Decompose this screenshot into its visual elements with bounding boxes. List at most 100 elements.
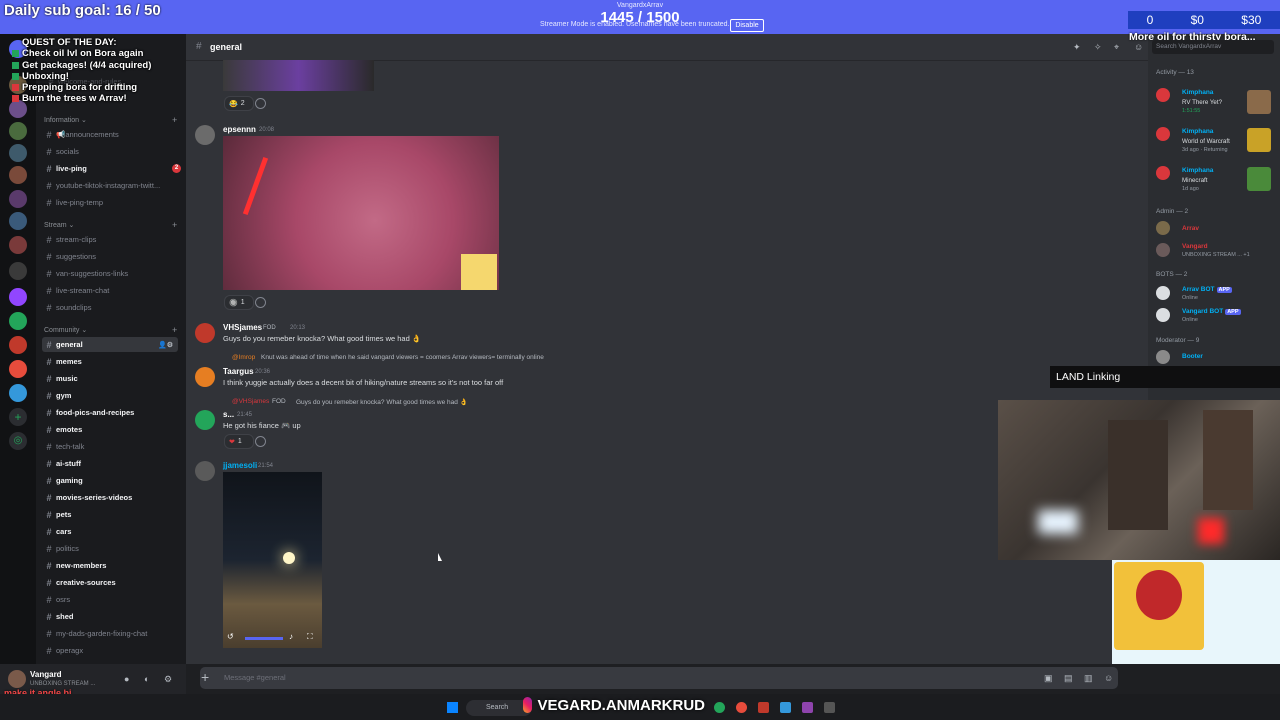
channel-music[interactable]: # music [42, 371, 178, 386]
app-icon[interactable] [780, 702, 791, 713]
member-name[interactable]: Arrav [1182, 225, 1199, 232]
video-attachment[interactable]: ↺ ♪ ⛶ [223, 472, 322, 648]
user-name[interactable]: Vangard [30, 670, 62, 679]
channel-van-suggestions-links[interactable]: # van-suggestions-links [42, 266, 178, 281]
add-channel-icon[interactable]: + [172, 325, 177, 335]
browser-icon[interactable] [736, 702, 747, 713]
member-name[interactable]: Booter [1182, 353, 1203, 360]
attach-plus-icon[interactable]: + [201, 669, 209, 685]
channel-soundclips[interactable]: # soundclips [42, 300, 178, 315]
server-icon[interactable] [9, 336, 27, 354]
avatar[interactable] [195, 461, 215, 481]
add-channel-icon[interactable]: + [172, 220, 177, 230]
message-author[interactable]: jjamesoli [223, 461, 257, 470]
reply-preview[interactable]: Guys do you remeber knocka? What good ti… [296, 398, 468, 406]
channel-gaming[interactable]: # gaming [42, 473, 178, 488]
bot-name[interactable]: Arrav BOT APP [1182, 286, 1232, 293]
message-author[interactable]: epsennn [223, 125, 256, 134]
server-icon[interactable] [9, 312, 27, 330]
server-icon[interactable] [9, 384, 27, 402]
notification-bell-icon[interactable]: ✧ [1094, 42, 1103, 52]
disable-streamer-mode-button[interactable]: Disable [730, 19, 764, 32]
channel-announcements[interactable]: # 📢 announcements [42, 127, 178, 142]
member-name[interactable]: Kimphana [1182, 128, 1213, 135]
server-icon[interactable] [9, 166, 27, 184]
channel-my-dads-garden-fixing-chat[interactable]: # my-dads-garden-fixing-chat [42, 626, 178, 641]
channel-general[interactable]: # general 👤⚙ [42, 337, 178, 352]
channel-settings-icon[interactable]: 👤⚙ [158, 341, 173, 349]
member-list-icon[interactable]: ☺ [1134, 42, 1143, 52]
avatar[interactable] [1156, 308, 1170, 322]
channel-live-stream-chat[interactable]: # live-stream-chat [42, 283, 178, 298]
channel-food-pics-and-recipes[interactable]: # food-pics-and-recipes [42, 405, 178, 420]
avatar[interactable] [195, 367, 215, 387]
server-icon[interactable] [9, 122, 27, 140]
message-author[interactable]: s... [223, 410, 234, 419]
server-icon[interactable] [9, 212, 27, 230]
search-input[interactable]: Search VangardxArrav [1152, 40, 1274, 54]
reaction-button[interactable]: 😂 2 [224, 96, 254, 111]
channel-live-ping-temp[interactable]: # live-ping-temp [42, 195, 178, 210]
app-icon[interactable] [802, 702, 813, 713]
channel-shed[interactable]: # shed [42, 609, 178, 624]
reaction-button[interactable]: 🔘 1 [224, 295, 254, 310]
composer-placeholder[interactable]: Message #general [224, 673, 286, 682]
reaction-button[interactable]: ❤ 1 [224, 434, 254, 449]
channel-live-ping[interactable]: # live-ping 2 [42, 161, 181, 176]
microphone-icon[interactable]: ● [124, 674, 133, 684]
category-information[interactable]: Information ⌄ [44, 116, 87, 124]
server-icon[interactable] [9, 262, 27, 280]
server-icon[interactable] [9, 190, 27, 208]
channel-socials[interactable]: # socials [42, 144, 178, 159]
add-reaction-icon[interactable] [255, 297, 266, 308]
settings-gear-icon[interactable]: ⚙ [164, 674, 173, 684]
bot-name[interactable]: Vangard BOT APP [1182, 308, 1241, 315]
message-composer[interactable] [200, 667, 1118, 689]
avatar[interactable] [195, 410, 215, 430]
server-icon[interactable] [9, 236, 27, 254]
windows-start-icon[interactable] [447, 702, 458, 713]
member-name[interactable]: Kimphana [1182, 89, 1213, 96]
avatar[interactable] [1156, 88, 1170, 102]
reply-preview[interactable]: Knut was ahead of time when he said vang… [261, 354, 544, 361]
channel-suggestions[interactable]: # suggestions [42, 249, 178, 264]
channel-movies-series-videos[interactable]: # movies-series-videos [42, 490, 178, 505]
channel-new-members[interactable]: # new-members [42, 558, 178, 573]
terminal-icon[interactable] [824, 702, 835, 713]
sticker-icon[interactable]: ▥ [1084, 673, 1093, 683]
avatar[interactable] [1156, 286, 1170, 300]
avatar[interactable] [1156, 127, 1170, 141]
avatar[interactable] [1156, 243, 1170, 257]
channel-politics[interactable]: # politics [42, 541, 178, 556]
channel-osrs[interactable]: # osrs [42, 592, 178, 607]
channel-pets[interactable]: # pets [42, 507, 178, 522]
avatar[interactable] [195, 125, 215, 145]
emoji-icon[interactable]: ☺ [1104, 673, 1113, 683]
twitch-server-icon[interactable] [9, 288, 27, 306]
channel-ai-stuff[interactable]: # ai-stuff [42, 456, 178, 471]
message-author[interactable]: VHSjames [223, 323, 262, 332]
channel-operagx[interactable]: # operagx [42, 643, 178, 658]
channel-creative-sources[interactable]: # creative-sources [42, 575, 178, 590]
channel-stream-clips[interactable]: # stream-clips [42, 232, 178, 247]
add-reaction-icon[interactable] [255, 98, 266, 109]
category-community[interactable]: Community ⌄ [44, 326, 87, 334]
add-server-icon[interactable]: + [9, 408, 27, 426]
gift-icon[interactable]: ▣ [1044, 673, 1053, 683]
avatar[interactable] [1156, 350, 1170, 364]
threads-icon[interactable]: ✦ [1073, 42, 1082, 52]
image-attachment[interactable] [223, 136, 499, 290]
server-icon[interactable] [9, 144, 27, 162]
channel-youtube-tiktok-instagram-twitt[interactable]: # youtube-tiktok-instagram-twitt... [42, 178, 178, 193]
app-icon[interactable] [758, 702, 769, 713]
image-attachment[interactable] [223, 60, 374, 91]
channel-emotes[interactable]: # emotes [42, 422, 178, 437]
reply-mention[interactable]: @Imrop [232, 354, 255, 361]
member-name[interactable]: Vangard [1182, 243, 1208, 250]
replay-icon[interactable]: ↺ [227, 632, 234, 641]
channel-memes[interactable]: # memes [42, 354, 178, 369]
volume-icon[interactable]: ♪ [289, 632, 293, 641]
member-name[interactable]: Kimphana [1182, 167, 1213, 174]
message-author[interactable]: Taargus [223, 367, 254, 376]
gif-icon[interactable]: ▤ [1064, 673, 1073, 683]
